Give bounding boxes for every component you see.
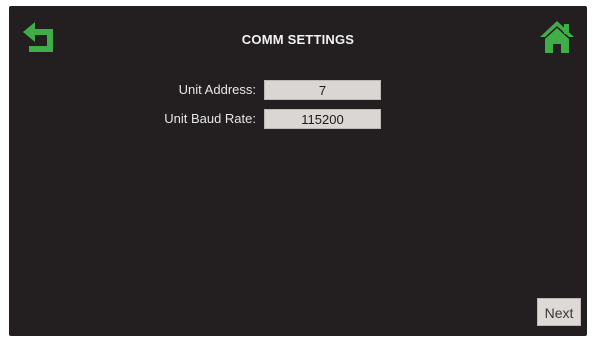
unit-address-label: Unit Address: (178, 82, 256, 97)
next-button[interactable]: Next (537, 298, 581, 326)
page-title: COMM SETTINGS (241, 32, 355, 47)
screen: COMM SETTINGS Unit Address: 7 Unit Baud … (9, 6, 587, 336)
unit-address-field[interactable]: 7 (264, 80, 381, 100)
unit-address-row: Unit Address: 7 (9, 80, 587, 100)
home-icon (540, 21, 574, 53)
unit-baud-rate-row: Unit Baud Rate: 115200 (9, 109, 587, 129)
unit-baud-rate-label: Unit Baud Rate: (164, 111, 256, 126)
home-button[interactable] (539, 20, 575, 54)
unit-baud-rate-field[interactable]: 115200 (264, 109, 381, 129)
